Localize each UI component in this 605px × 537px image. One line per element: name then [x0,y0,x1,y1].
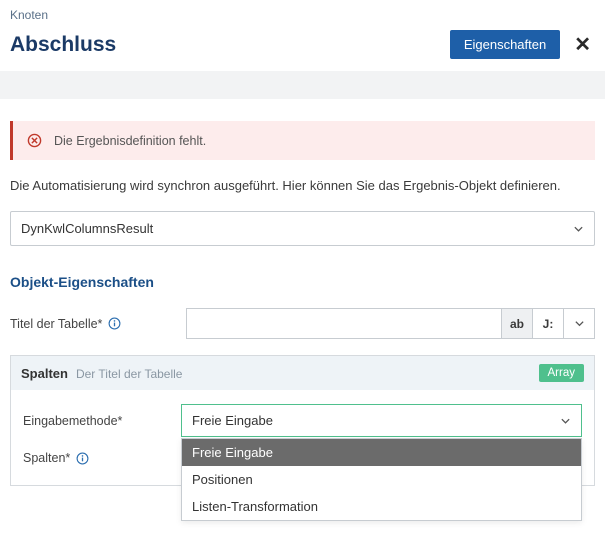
result-type-value: DynKwlColumnsResult [21,221,153,236]
input-method-select[interactable]: Freie Eingabe [181,404,582,437]
toolbar-band [0,71,605,99]
input-method-row: Eingabemethode* Freie Eingabe Freie Eing… [23,404,582,437]
input-chevron-button[interactable] [564,308,595,339]
error-icon [27,133,42,148]
close-icon[interactable]: ✕ [570,32,595,57]
table-title-input[interactable] [186,308,502,339]
header: Abschluss Eigenschaften ✕ [10,30,595,59]
columns-panel-header: Spalten Der Titel der Tabelle Array [11,356,594,390]
description-text: Die Automatisierung wird synchron ausgef… [10,178,595,193]
dropdown-option[interactable]: Positionen [182,466,581,493]
result-type-select[interactable]: DynKwlColumnsResult [10,211,595,246]
chevron-down-icon [573,223,584,234]
chevron-down-icon [574,318,585,329]
error-alert: Die Ergebnisdefinition fehlt. [10,121,595,160]
columns-panel-subtitle: Der Titel der Tabelle [76,367,183,381]
input-method-value: Freie Eingabe [192,413,273,428]
error-message: Die Ergebnisdefinition fehlt. [54,134,206,148]
columns-panel: Spalten Der Titel der Tabelle Array Eing… [10,355,595,486]
breadcrumb[interactable]: Knoten [10,8,595,22]
chevron-down-icon [560,415,571,426]
ab-button[interactable]: ab [502,308,533,339]
js-button[interactable]: J: [533,308,564,339]
input-method-label: Eingabemethode* [23,414,181,428]
page-title: Abschluss [10,33,116,57]
input-method-dropdown: Freie Eingabe Positionen Listen-Transfor… [181,438,582,521]
columns-panel-title: Spalten [21,366,68,381]
object-properties-heading: Objekt-Eigenschaften [10,274,595,290]
table-title-row: Titel der Tabelle* ab J: [10,308,595,339]
array-tag: Array [539,364,584,382]
table-title-label: Titel der Tabelle* [10,317,180,331]
dropdown-option[interactable]: Listen-Transformation [182,493,581,520]
info-icon[interactable] [108,317,121,330]
info-icon[interactable] [76,452,89,465]
properties-button[interactable]: Eigenschaften [450,30,560,59]
dropdown-option[interactable]: Freie Eingabe [182,439,581,466]
columns-field-label: Spalten* [23,451,181,465]
